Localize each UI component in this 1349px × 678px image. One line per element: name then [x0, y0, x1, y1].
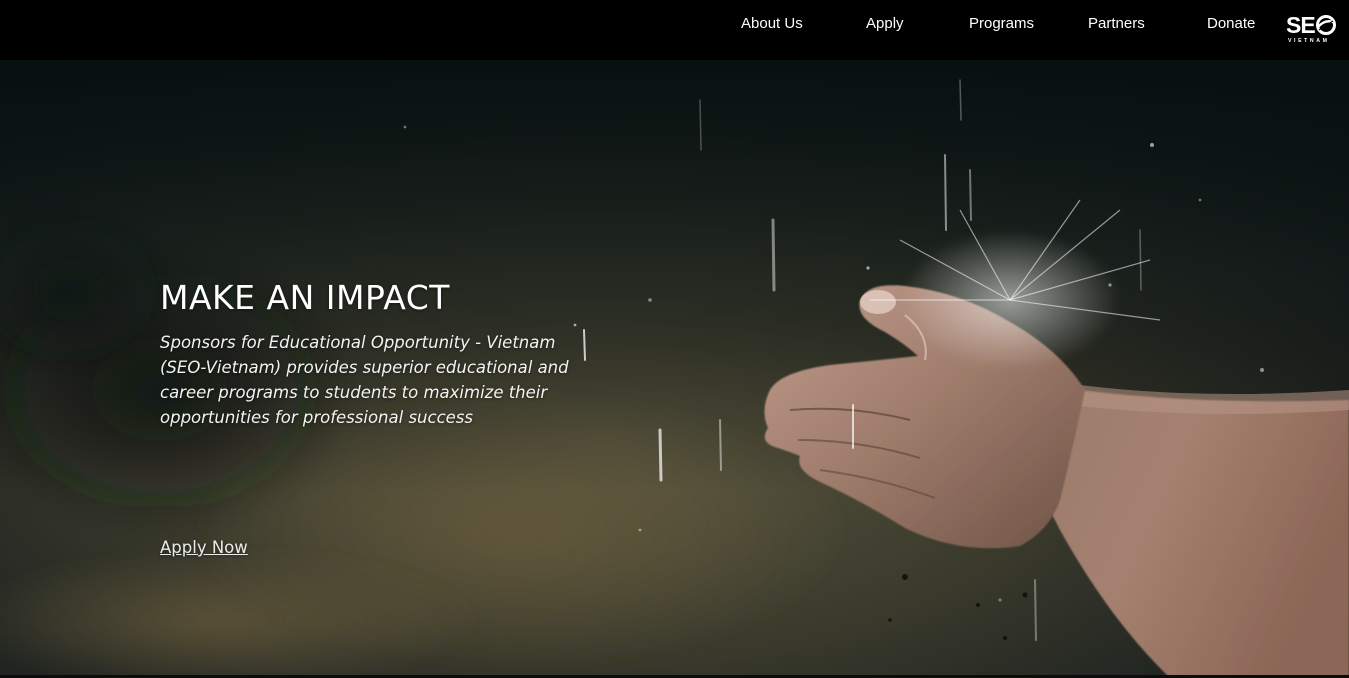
top-navbar: About Us Apply Programs Partners Donate …: [0, 0, 1349, 60]
page: About Us Apply Programs Partners Donate …: [0, 0, 1349, 678]
nav-donate[interactable]: Donate: [1207, 15, 1255, 33]
svg-text:SE: SE: [1286, 12, 1315, 38]
svg-text:VIETNAM: VIETNAM: [1288, 38, 1330, 44]
apply-now-link[interactable]: Apply Now: [160, 537, 248, 559]
nav-partners[interactable]: Partners: [1088, 15, 1145, 33]
logo-mark-icon: SE VIETNAM: [1286, 12, 1336, 44]
hero-description: Sponsors for Educational Opportunity - V…: [160, 333, 569, 427]
hero-section: MAKE AN IMPACT Sponsors for Educational …: [0, 60, 1349, 678]
hero-title: MAKE AN IMPACT: [160, 278, 450, 317]
nav-programs[interactable]: Programs: [969, 15, 1034, 33]
nav-about-us[interactable]: About Us: [741, 15, 803, 33]
seo-vietnam-logo[interactable]: SE VIETNAM: [1285, 12, 1337, 46]
nav-apply[interactable]: Apply: [866, 15, 904, 33]
